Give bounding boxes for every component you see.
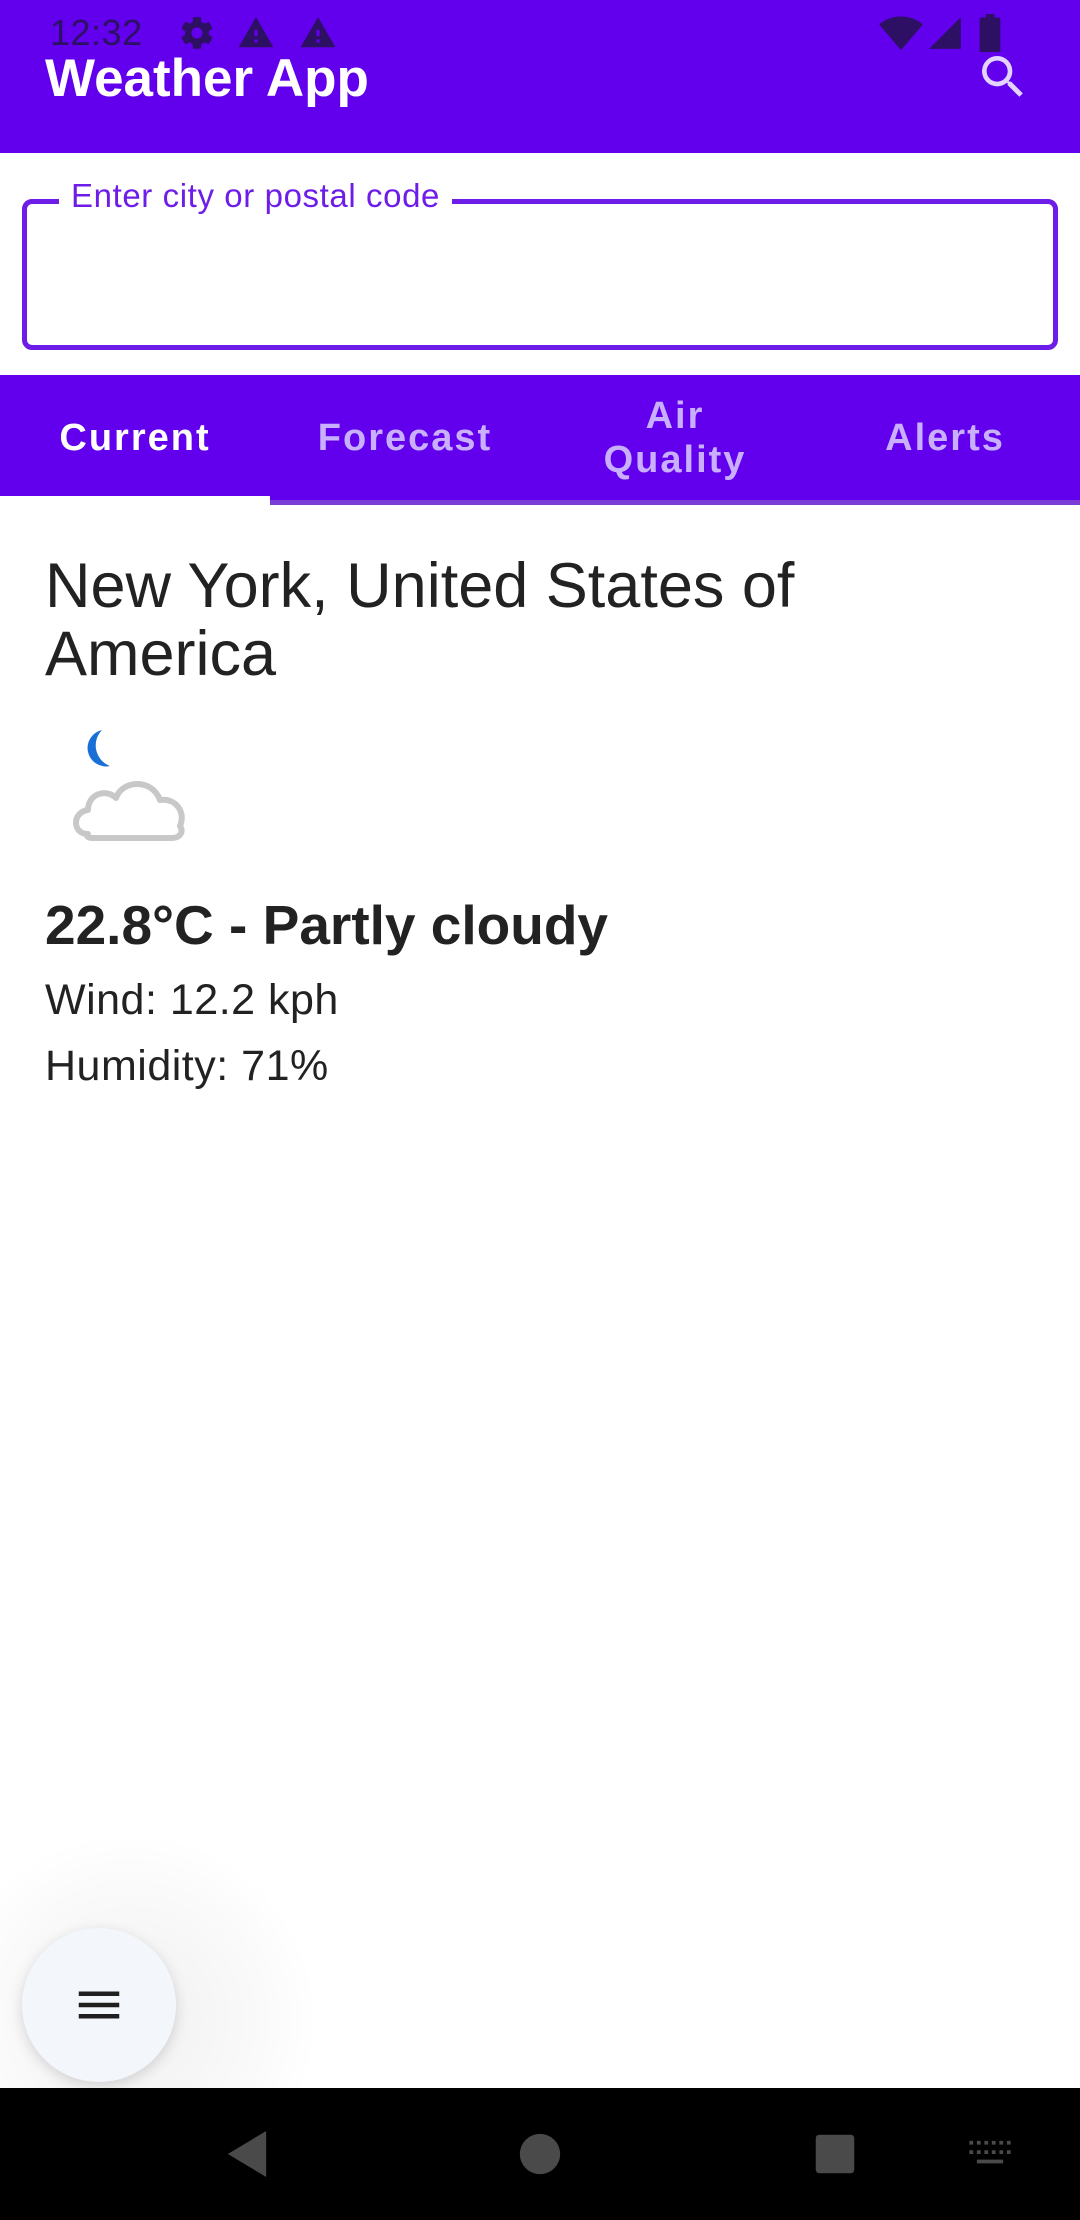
location-name: New York, United States of America: [45, 551, 795, 689]
tab-air-quality[interactable]: Air Quality: [540, 375, 810, 501]
wind-speed: Wind: 12.2 kph: [45, 976, 339, 1024]
screen: 12:32 Weather App Enter city or postal c…: [0, 0, 1080, 2220]
wifi-icon: [878, 14, 924, 57]
search-icon: [982, 56, 1023, 97]
tab-indicator: [0, 496, 270, 505]
recents-icon: [815, 2134, 855, 2174]
search-button[interactable]: [972, 46, 1034, 108]
keyboard-button[interactable]: [955, 2088, 1025, 2220]
app-bar: 12:32 Weather App: [0, 0, 1080, 153]
signal-icon: [926, 14, 964, 57]
city-search-label: Enter city or postal code: [59, 177, 453, 215]
menu-fab-button[interactable]: [22, 1928, 176, 2082]
tab-bar: Current Forecast Air Quality Alerts: [0, 375, 1080, 505]
city-search-input[interactable]: [51, 244, 1031, 304]
back-button[interactable]: [212, 2088, 282, 2220]
menu-icon: [78, 1991, 120, 2019]
system-nav-bar: [0, 2088, 1080, 2220]
app-title: Weather App: [45, 49, 369, 108]
tab-current[interactable]: Current: [0, 375, 270, 501]
humidity: Humidity: 71%: [45, 1042, 329, 1090]
partly-cloudy-night-icon: [58, 722, 208, 852]
keyboard-icon: [969, 2140, 1011, 2164]
back-icon: [227, 2131, 267, 2177]
temperature-condition: 22.8°C - Partly cloudy: [45, 894, 609, 956]
tab-forecast[interactable]: Forecast: [270, 375, 540, 501]
tab-alerts[interactable]: Alerts: [810, 375, 1080, 501]
recents-button[interactable]: [800, 2088, 870, 2220]
city-search-field[interactable]: Enter city or postal code: [22, 177, 1058, 350]
home-button[interactable]: [505, 2088, 575, 2220]
home-icon: [519, 2133, 561, 2175]
